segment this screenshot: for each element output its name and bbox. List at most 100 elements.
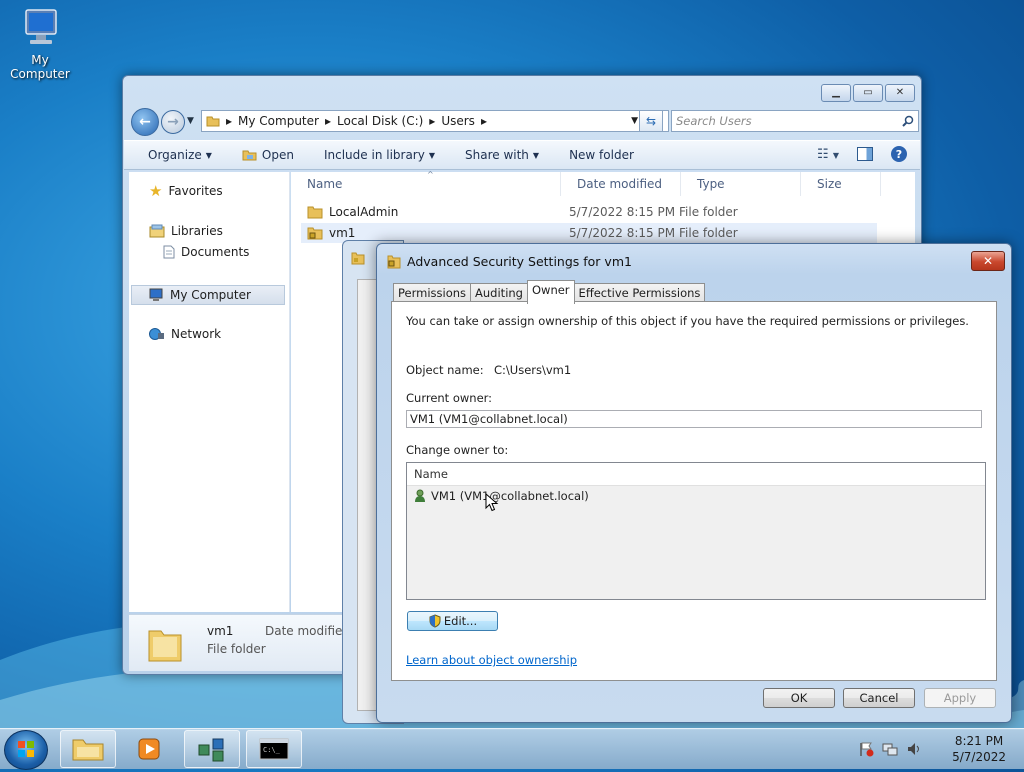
taskbar-network-tool-button[interactable] bbox=[184, 730, 240, 768]
details-date-label: Date modified: bbox=[265, 624, 355, 638]
nav-libraries[interactable]: Libraries bbox=[149, 224, 223, 238]
libraries-icon bbox=[149, 224, 165, 238]
column-header-type[interactable]: Type bbox=[681, 172, 801, 196]
minimize-button[interactable]: ▁ bbox=[821, 84, 851, 102]
uac-shield-icon bbox=[429, 614, 441, 628]
search-box[interactable]: Search Users bbox=[671, 110, 919, 132]
navigation-bar: ← → ▼ ▸ My Computer ▸ Local Disk (C:) ▸ … bbox=[131, 108, 919, 136]
column-header-date[interactable]: Date modified bbox=[561, 172, 681, 196]
recent-pages-dropdown[interactable]: ▼ bbox=[187, 116, 194, 126]
breadcrumb-my-computer[interactable]: My Computer bbox=[238, 114, 319, 128]
view-options-icon[interactable]: ☷ ▼ bbox=[817, 147, 839, 162]
folder-large-icon bbox=[148, 630, 182, 662]
desktop-icon-label: My Computer bbox=[10, 53, 70, 81]
dialog-title: Advanced Security Settings for vm1 bbox=[407, 254, 632, 269]
list-column-header-name[interactable]: Name bbox=[407, 463, 985, 486]
change-owner-list[interactable]: Name VM1 (VM1@collabnet.local) bbox=[406, 462, 986, 600]
edit-button[interactable]: Edit... bbox=[407, 611, 498, 631]
mouse-cursor-icon bbox=[485, 493, 499, 512]
sort-ascending-icon: ^ bbox=[427, 170, 434, 179]
taskbar: C:\_ 8:21 PM 5/7/2022 bbox=[0, 728, 1024, 770]
open-button[interactable]: Open bbox=[242, 148, 294, 162]
folder-icon bbox=[206, 116, 220, 127]
network-status-icon[interactable] bbox=[882, 741, 898, 757]
chevron-down-icon: ▼ bbox=[205, 150, 212, 160]
forward-button[interactable]: → bbox=[161, 110, 185, 134]
column-header-name[interactable]: Name bbox=[291, 172, 561, 196]
apply-button[interactable]: Apply bbox=[924, 688, 996, 708]
column-header-size[interactable]: Size bbox=[801, 172, 881, 196]
breadcrumb-local-disk[interactable]: Local Disk (C:) bbox=[337, 114, 423, 128]
close-icon: ✕ bbox=[982, 254, 994, 268]
folder-icon bbox=[72, 739, 104, 761]
command-prompt-icon: C:\_ bbox=[259, 738, 289, 760]
svg-text:C:\_: C:\_ bbox=[263, 746, 281, 754]
share-with-button[interactable]: Share with ▼ bbox=[465, 148, 539, 162]
learn-ownership-link[interactable]: Learn about object ownership bbox=[406, 653, 577, 667]
nav-network[interactable]: Network bbox=[149, 327, 221, 341]
object-name-value: C:\Users\vm1 bbox=[494, 363, 572, 377]
breadcrumb-separator-icon: ▸ bbox=[226, 114, 233, 128]
locked-folder-icon bbox=[307, 227, 323, 240]
taskbar-command-prompt-button[interactable]: C:\_ bbox=[246, 730, 302, 768]
view-controls: ☷ ▼ ? bbox=[817, 146, 907, 162]
search-icon bbox=[902, 115, 914, 127]
new-folder-button[interactable]: New folder bbox=[569, 148, 634, 162]
owner-intro-text: You can take or assign ownership of this… bbox=[406, 314, 969, 328]
refresh-button[interactable]: ⇆ bbox=[639, 110, 663, 132]
current-owner-label: Current owner: bbox=[406, 391, 493, 405]
change-owner-label: Change owner to: bbox=[406, 443, 509, 457]
maximize-button[interactable]: ▭ bbox=[853, 84, 883, 102]
chevron-down-icon: ▼ bbox=[532, 150, 540, 160]
system-clock[interactable]: 8:21 PM 5/7/2022 bbox=[952, 733, 1006, 765]
dialog-close-button[interactable]: ✕ bbox=[971, 251, 1005, 271]
address-bar[interactable]: ▸ My Computer ▸ Local Disk (C:) ▸ Users … bbox=[201, 110, 669, 132]
include-in-library-button[interactable]: Include in library ▼ bbox=[324, 148, 435, 162]
search-placeholder: Search Users bbox=[676, 114, 752, 128]
locked-folder-icon bbox=[387, 255, 401, 269]
caption-buttons: ▁ ▭ ✕ bbox=[821, 84, 915, 102]
desktop-icon-my-computer[interactable]: My Computer bbox=[2, 8, 78, 81]
ok-button[interactable]: OK bbox=[763, 688, 835, 708]
locked-folder-icon bbox=[351, 252, 365, 265]
start-button[interactable] bbox=[4, 730, 48, 770]
arrow-right-icon: → bbox=[167, 114, 179, 130]
file-row[interactable]: LocalAdmin 5/7/2022 8:15 PM File folder bbox=[301, 202, 877, 222]
breadcrumb-separator-icon: ▸ bbox=[480, 114, 487, 128]
volume-icon[interactable] bbox=[906, 741, 922, 757]
object-name-label: Object name: bbox=[406, 363, 484, 377]
chevron-down-icon: ▼ bbox=[428, 150, 435, 160]
navigation-pane: ★ Favorites Libraries Documents My Compu… bbox=[129, 172, 290, 612]
address-dropdown-icon[interactable]: ▼ bbox=[631, 116, 638, 126]
close-button[interactable]: ✕ bbox=[885, 84, 915, 102]
nav-favorites[interactable]: ★ Favorites bbox=[149, 182, 223, 200]
command-bar: Organize ▼ Open Include in library ▼ Share… bbox=[124, 140, 920, 170]
refresh-icon: ⇆ bbox=[645, 114, 657, 128]
cancel-button[interactable]: Cancel bbox=[843, 688, 915, 708]
taskbar-media-player-button[interactable] bbox=[122, 730, 178, 768]
current-owner-field[interactable]: VM1 (VM1@collabnet.local) bbox=[406, 410, 982, 428]
nav-documents[interactable]: Documents bbox=[163, 245, 249, 259]
computer-icon bbox=[25, 9, 57, 44]
details-name: vm1 bbox=[207, 624, 234, 638]
network-tool-icon bbox=[198, 738, 224, 762]
tab-owner[interactable]: Owner bbox=[526, 280, 575, 304]
star-icon: ★ bbox=[149, 182, 163, 200]
breadcrumb-users[interactable]: Users bbox=[441, 114, 475, 128]
list-item[interactable]: VM1 (VM1@collabnet.local) bbox=[413, 489, 589, 503]
preview-pane-icon[interactable] bbox=[857, 147, 873, 161]
action-center-flag-icon[interactable] bbox=[858, 741, 874, 757]
network-icon bbox=[149, 328, 164, 340]
windows-logo-icon bbox=[18, 741, 34, 757]
organize-button[interactable]: Organize ▼ bbox=[148, 148, 212, 162]
taskbar-explorer-button[interactable] bbox=[60, 730, 116, 768]
document-icon bbox=[163, 245, 175, 259]
list-item-label: VM1 (VM1@collabnet.local) bbox=[431, 489, 589, 503]
clock-time: 8:21 PM bbox=[954, 734, 1004, 748]
help-icon[interactable]: ? bbox=[891, 146, 907, 162]
computer-icon bbox=[149, 288, 163, 301]
advanced-security-dialog: Advanced Security Settings for vm1 ✕ Per… bbox=[376, 243, 1012, 723]
nav-my-computer[interactable]: My Computer bbox=[131, 285, 285, 305]
user-icon bbox=[415, 489, 425, 502]
back-button[interactable]: ← bbox=[131, 108, 159, 136]
